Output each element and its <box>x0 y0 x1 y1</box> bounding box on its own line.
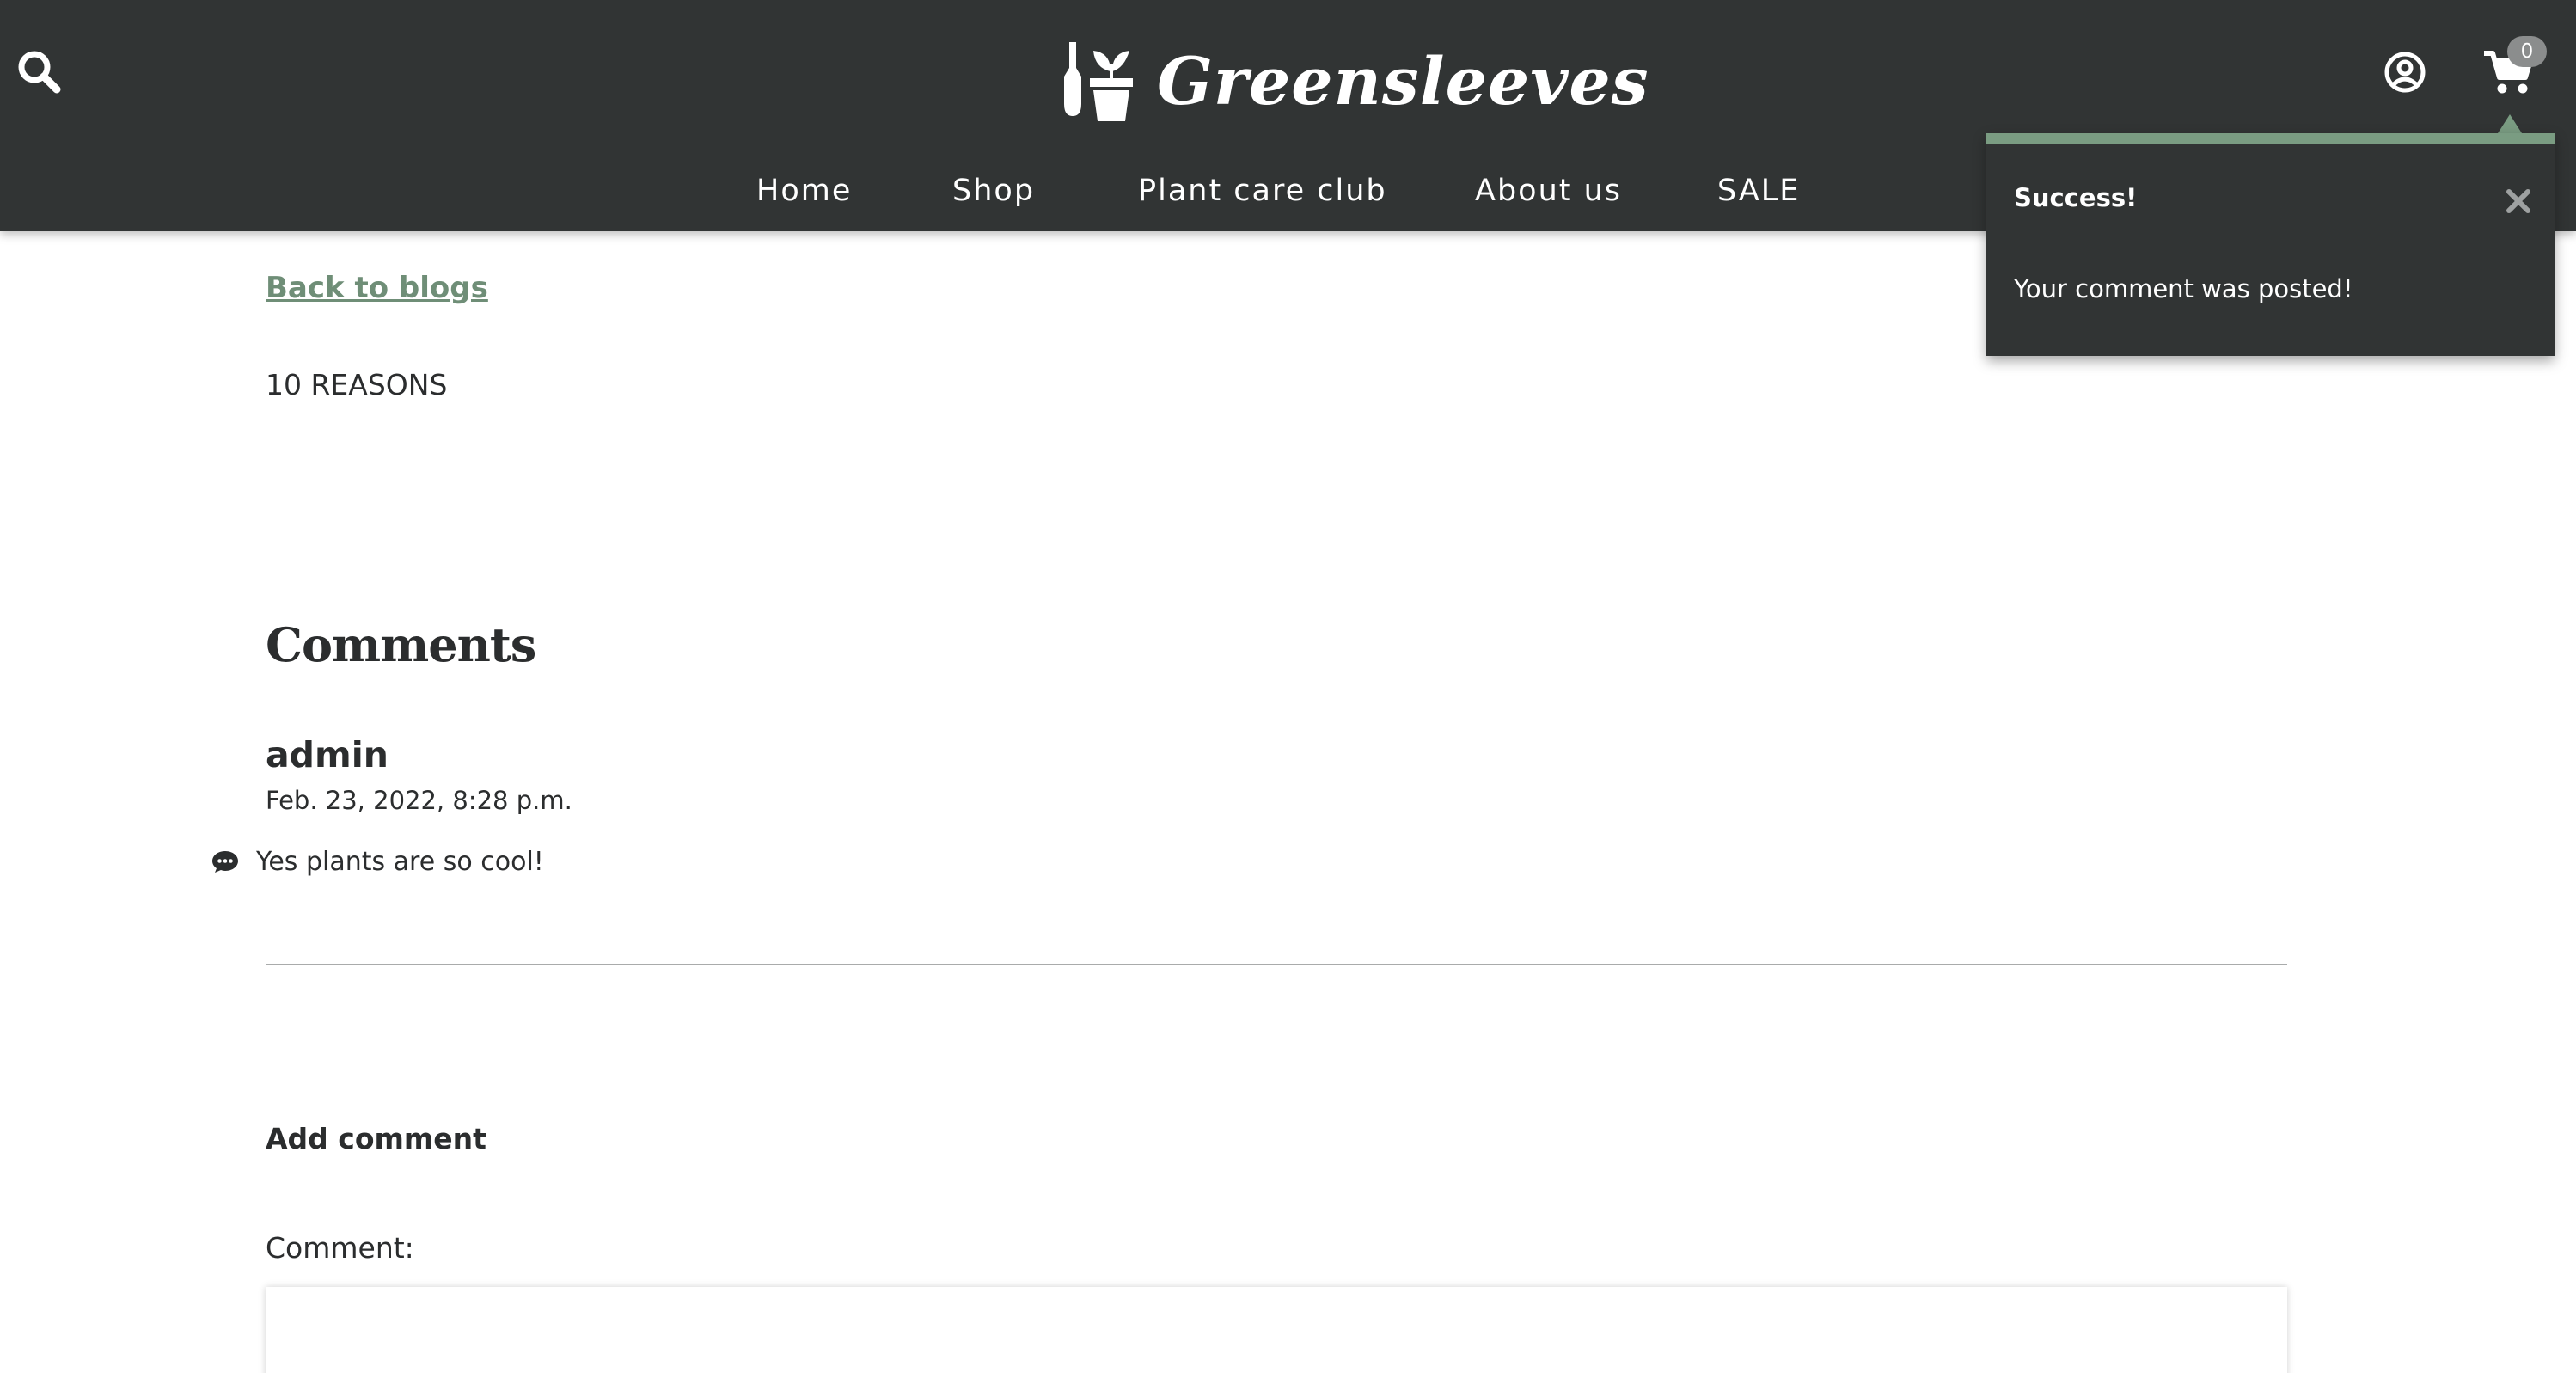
comments-divider <box>266 964 2287 965</box>
post-title: 10 REASONS <box>266 368 448 401</box>
comment-field-label: Comment: <box>266 1231 414 1265</box>
search-icon <box>18 51 61 94</box>
toast-pointer <box>2498 114 2522 133</box>
close-icon <box>2506 189 2530 213</box>
comment-bubble-icon <box>212 851 238 873</box>
brand-name: Greensleeves <box>1157 43 1649 120</box>
nav-item-plant-care-club[interactable]: Plant care club <box>1138 169 1387 213</box>
add-comment-heading: Add comment <box>266 1122 486 1155</box>
cart-count-badge: 0 <box>2507 36 2547 67</box>
plant-pot-icon <box>1064 42 1133 121</box>
comment-date: Feb. 23, 2022, 8:28 p.m. <box>266 786 572 815</box>
nav-item-shop[interactable]: Shop <box>952 169 1035 213</box>
comment-textarea[interactable] <box>266 1287 2287 1373</box>
comments-heading: Comments <box>266 617 536 672</box>
nav-item-sale[interactable]: SALE <box>1717 169 1800 213</box>
success-toast: Success! Your comment was posted! <box>1986 133 2555 356</box>
comment-body: Yes plants are so cool! <box>256 847 544 877</box>
account-button[interactable] <box>2383 50 2427 95</box>
comment-author: admin <box>266 734 389 775</box>
back-to-blogs-link[interactable]: Back to blogs <box>266 271 488 305</box>
nav-item-about-us[interactable]: About us <box>1475 169 1622 213</box>
nav-item-home[interactable]: Home <box>756 169 852 213</box>
site-logo[interactable]: Greensleeves <box>1061 34 1649 129</box>
toast-title: Success! <box>2014 183 2138 212</box>
toast-close-button[interactable] <box>2504 187 2533 216</box>
search-button[interactable] <box>15 48 62 95</box>
toast-message: Your comment was posted! <box>2014 274 2353 303</box>
user-circle-icon <box>2384 52 2426 93</box>
